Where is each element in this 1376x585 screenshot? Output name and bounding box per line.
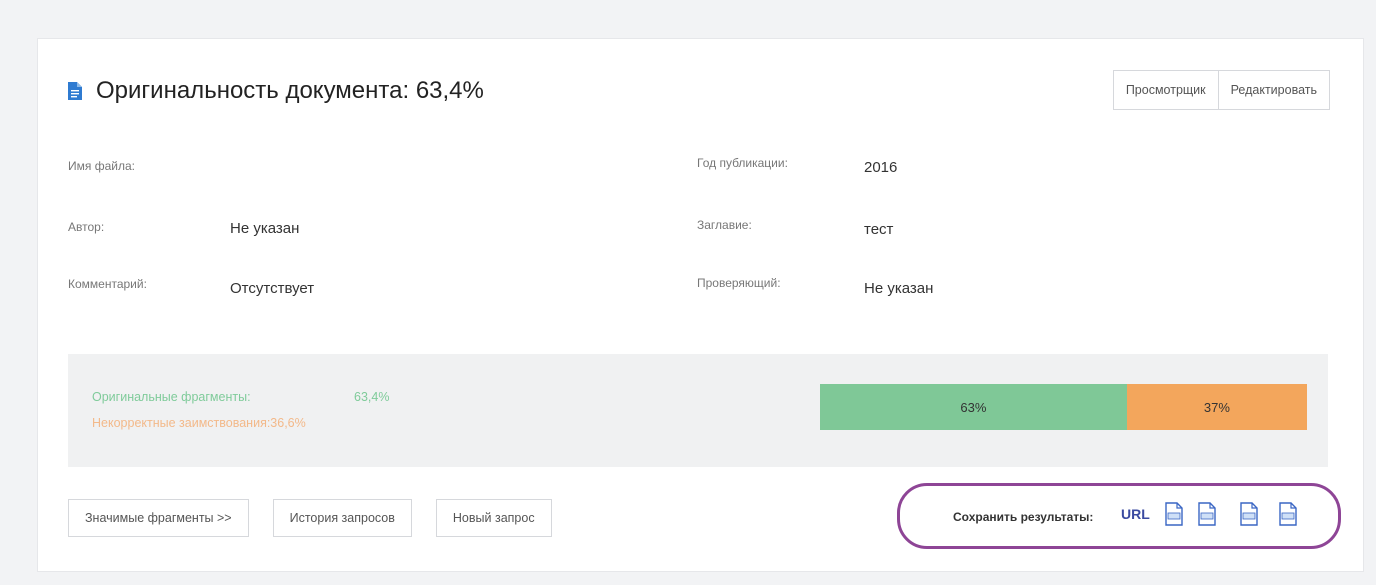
document-icon [68,82,82,100]
comment-value: Отсутствует [230,280,315,297]
originality-ratio-bar: 63% 37% [820,384,1307,430]
report-card: Оригинальность документа: 63,4% Просмотр… [37,38,1364,572]
original-fragments-value: 63,4% [354,390,390,404]
originality-stats-panel: Оригинальные фрагменты: 63,4% Некорректн… [68,354,1328,467]
reviewer-value: Не указан [864,280,934,297]
original-fragments-label: Оригинальные фрагменты: [92,390,251,404]
reviewer-label: Проверяющий: [697,276,781,290]
significant-fragments-button[interactable]: Значимые фрагменты >> [68,499,249,537]
incorrect-borrowings-legend: Некорректные заимствования:36,6% [92,416,306,430]
edit-button[interactable]: Редактировать [1218,70,1330,110]
author-label: Автор: [68,220,105,234]
save-pdf-icon[interactable] [1164,502,1184,526]
new-request-button[interactable]: Новый запрос [435,499,552,537]
save-pdf-icon[interactable] [1197,502,1217,526]
borrowed-share-segment: 37% [1126,384,1307,430]
original-fragments-legend: Оригинальные фрагменты: 63,4% [92,390,389,404]
author-value: Не указан [230,220,300,237]
save-docx-icon[interactable] [1278,502,1298,526]
comment-label: Комментарий: [68,277,147,291]
heading-value: тест [864,221,894,238]
bottom-button-group: Значимые фрагменты >> История запросов Н… [68,499,576,537]
pub-year-label: Год публикации: [697,156,788,170]
request-history-button[interactable]: История запросов [272,499,412,537]
viewer-button[interactable]: Просмотрщик [1112,70,1219,110]
page-title: Оригинальность документа: 63,4% [96,77,484,104]
save-results-label: Сохранить результаты: [953,510,1094,524]
pub-year-value: 2016 [864,159,898,176]
title-row: Оригинальность документа: 63,4% [68,77,484,105]
file-name-label: Имя файла: [68,159,135,173]
original-share-segment: 63% [820,384,1127,430]
save-doc-icon[interactable] [1239,502,1259,526]
save-url-link[interactable]: URL [1121,506,1150,522]
heading-label: Заглавие: [697,218,752,232]
top-button-group: Просмотрщик Редактировать [1112,70,1330,110]
save-results-panel: Сохранить результаты: URL [897,483,1341,549]
